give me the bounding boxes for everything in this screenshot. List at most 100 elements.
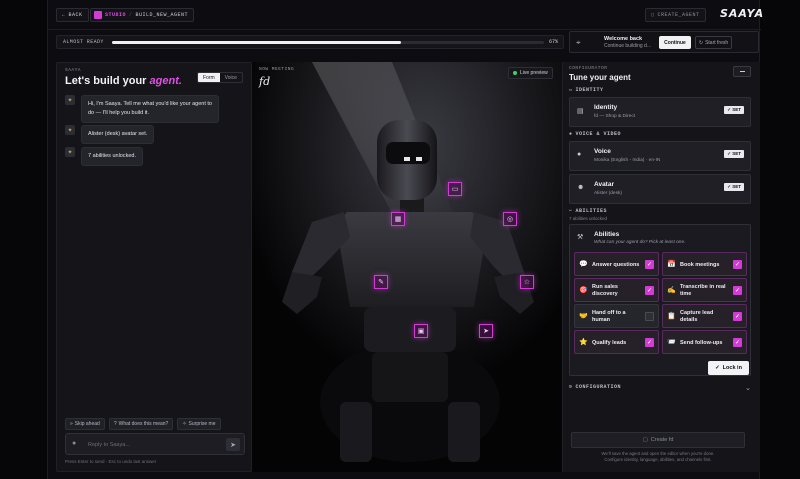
mic-icon: ● <box>569 131 573 137</box>
hotspot-pen-icon[interactable]: ✎ <box>374 275 388 289</box>
hotspot-clipboard-icon[interactable]: ▣ <box>414 324 428 338</box>
hotspot-target-icon[interactable]: ◎ <box>503 212 517 226</box>
breadcrumb-separator: / <box>129 12 133 18</box>
ability-transcribe[interactable]: ✍ Transcribe in real time ✓ <box>662 278 747 302</box>
checkbox-unchecked[interactable] <box>645 312 654 321</box>
ability-label: Run sales discovery <box>592 284 618 297</box>
ability-qualify-leads[interactable]: ⭐ Qualify leads ✓ <box>574 330 659 354</box>
chip-label: Skip ahead <box>74 421 100 427</box>
card-title: Identity <box>594 104 618 111</box>
sparkle-icon: ✧ <box>182 421 187 427</box>
chat-heading: Let's build your agent. <box>65 75 182 87</box>
chip-surprise-me[interactable]: ✧ Surprise me <box>177 418 221 430</box>
checkbox-checked[interactable]: ✓ <box>645 338 654 347</box>
back-button[interactable]: ← BACK <box>56 8 89 22</box>
continue-button[interactable]: Continue <box>659 36 691 49</box>
voice-card[interactable]: ● Voice Monika (English - India) · en-IN… <box>569 141 751 171</box>
identity-card[interactable]: ▤ Identity fd — Shop & Direct ✓ SET <box>569 97 751 127</box>
ability-capture-lead[interactable]: 📋 Capture lead details ✓ <box>662 304 747 328</box>
ability-hand-off[interactable]: 🤝 Hand off to a human <box>574 304 659 328</box>
saaya-avatar-icon: ✦ <box>65 147 75 157</box>
create-agent-button[interactable]: ▢ Create fd <box>571 432 745 448</box>
send-button[interactable]: ➤ <box>226 438 240 451</box>
breadcrumb-current: BUILD_NEW_AGENT <box>135 12 189 18</box>
chip-what-does-this-mean[interactable]: ? What does this mean? <box>108 418 174 430</box>
ability-label: Qualify leads <box>592 339 627 346</box>
doc-icon: ▢ <box>642 437 648 443</box>
section-abilities: ✂ ABILITIES <box>569 208 607 214</box>
hotspot-speech-icon[interactable]: ▭ <box>448 182 462 196</box>
collapse-button[interactable] <box>733 66 751 77</box>
message-text: Hi, I'm Saaya. Tell me what you'd like y… <box>88 101 212 107</box>
progress-fill <box>112 41 402 44</box>
create-note: We'll save the agent and open the editor… <box>571 451 745 463</box>
back-label: BACK <box>68 12 83 18</box>
card-subtitle: Monika (English - India) · en-IN <box>594 158 661 163</box>
reply-input[interactable] <box>88 439 218 451</box>
hotspot-star-icon[interactable]: ☆ <box>520 275 534 289</box>
welcome-subtitle: Continue building d... <box>604 43 651 49</box>
progress-percent: 67% <box>548 39 558 45</box>
chat-kicker: SAAYA <box>65 68 82 73</box>
minus-icon <box>739 71 745 72</box>
ability-answer-questions[interactable]: 💬 Answer questions ✓ <box>574 252 659 276</box>
set-label: SET <box>732 184 741 189</box>
ability-label: Answer questions <box>592 261 640 268</box>
checkbox-checked[interactable]: ✓ <box>645 260 654 269</box>
live-preview-badge: Live preview <box>508 67 553 79</box>
section-label: IDENTITY <box>575 87 604 93</box>
card-subtitle: Alister (desk) <box>594 191 622 196</box>
checkbox-checked[interactable]: ✓ <box>733 338 742 347</box>
check-icon: ✓ <box>715 365 720 371</box>
chip-label: What does this mean? <box>118 421 169 427</box>
section-label: CONFIGURATION <box>575 384 622 390</box>
agent-name: fd <box>259 75 271 88</box>
heading-prefix: Let's build your <box>65 75 147 87</box>
top-bar: ← BACK STUDIO / BUILD_NEW_AGENT ▢ CREATE_A… <box>48 0 763 30</box>
configuration-section[interactable]: ⚙ CONFIGURATION ⌄ <box>569 384 751 394</box>
lock-in-button[interactable]: ✓ Lock in <box>708 361 749 375</box>
chip-skip-ahead[interactable]: » Skip ahead <box>65 418 105 430</box>
checkbox-checked[interactable]: ✓ <box>645 286 654 295</box>
microphone-icon[interactable]: ● <box>72 440 82 450</box>
studio-icon <box>94 11 102 19</box>
send-icon: ➤ <box>230 441 236 449</box>
ability-run-sales-discovery[interactable]: 🎯 Run sales discovery ✓ <box>574 278 659 302</box>
checkbox-checked[interactable]: ✓ <box>733 286 742 295</box>
help-icon: ? <box>113 421 117 427</box>
checkbox-checked[interactable]: ✓ <box>733 260 742 269</box>
clipboard-icon: 📋 <box>667 313 676 320</box>
section-label: VOICE & VIDEO <box>575 131 622 137</box>
chip-label: Surprise me <box>188 421 216 427</box>
welcome-title: Welcome back <box>604 36 643 42</box>
section-label: ABILITIES <box>575 208 608 214</box>
ability-send-follow-ups[interactable]: 📨 Send follow-ups ✓ <box>662 330 747 354</box>
arrow-left-icon: ← <box>62 12 66 18</box>
set-label: SET <box>732 107 741 112</box>
breadcrumb-studio[interactable]: STUDIO <box>105 12 126 18</box>
lock-in-label: Lock in <box>722 365 742 371</box>
refresh-icon: ↻ <box>698 39 704 46</box>
checkbox-checked[interactable]: ✓ <box>733 312 742 321</box>
configurator-panel: CONFIGURATOR Tune your agent ▭ IDENTITY ▤… <box>562 62 760 472</box>
chevron-down-icon: ⌄ <box>745 385 751 392</box>
ability-label: Transcribe in real time <box>680 284 726 297</box>
avatar-card[interactable]: ☻ Avatar Alister (desk) ✓ SET <box>569 174 751 204</box>
doc-icon: ▢ <box>651 12 655 18</box>
live-dot-icon <box>513 71 517 75</box>
hotspot-send-icon[interactable]: ➤ <box>479 324 493 338</box>
card-subtitle: fd — Shop & Direct <box>594 114 636 119</box>
ability-book-meetings[interactable]: 📅 Book meetings ✓ <box>662 252 747 276</box>
tab-form[interactable]: Form <box>198 73 220 82</box>
tab-voice[interactable]: Voice <box>220 73 242 82</box>
hotspot-calendar-icon[interactable]: ▦ <box>391 212 405 226</box>
start-fresh-button[interactable]: ↻ Start fresh <box>695 36 732 49</box>
create-agent-button[interactable]: ▢ CREATE_AGENT <box>645 8 706 22</box>
welcome-back-banner: ⌖ Welcome back Continue building d... Co… <box>569 31 759 53</box>
chat-message: ✦ Hi, I'm Saaya. Tell me what you'd like… <box>65 95 219 123</box>
ability-label: Hand off to a human <box>592 310 626 323</box>
gear-icon: ⚙ <box>569 384 573 390</box>
target-icon: 🎯 <box>579 287 588 294</box>
message-bubble: Alister (desk) avatar set. <box>81 125 155 144</box>
saaya-avatar-icon: ✦ <box>65 125 75 135</box>
